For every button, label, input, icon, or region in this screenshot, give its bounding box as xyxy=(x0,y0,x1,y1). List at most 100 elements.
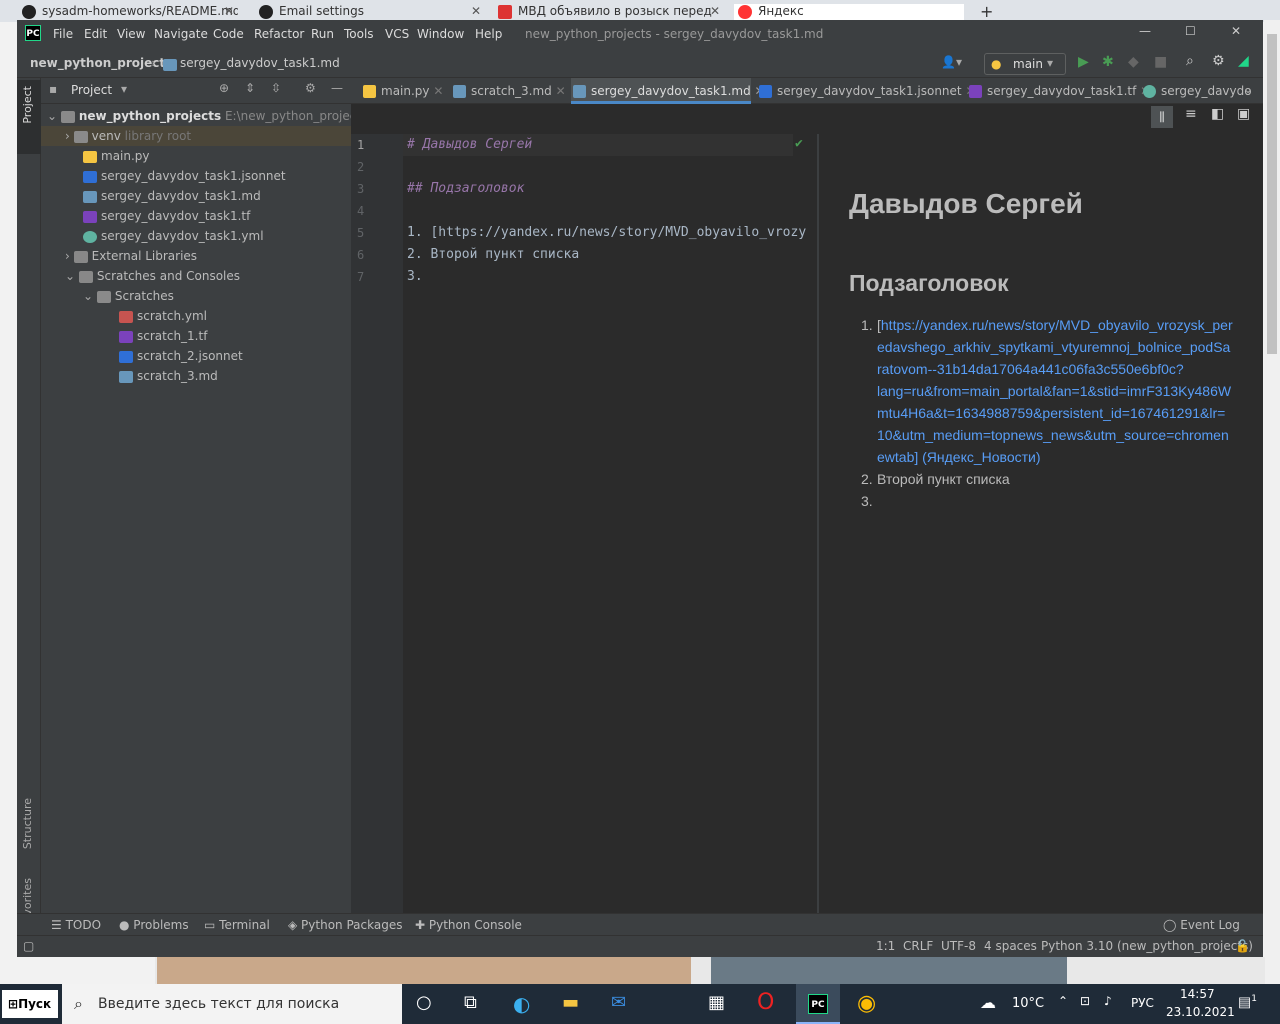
tree-file-main-py[interactable]: main.py xyxy=(83,146,150,166)
chrome-icon[interactable]: ◉ xyxy=(857,991,876,1016)
gear-icon[interactable]: ⚙ xyxy=(1212,53,1225,69)
maximize-button[interactable]: ☐ xyxy=(1185,24,1196,38)
editor-tab-yml[interactable]: sergey_davydo xyxy=(1141,78,1252,104)
tree-scratch-md[interactable]: scratch_3.md xyxy=(119,366,218,386)
debug-icon[interactable]: ✱ xyxy=(1102,54,1114,70)
mail-icon[interactable]: ✉ xyxy=(611,992,626,1013)
run-config-select[interactable]: ● main ▾ xyxy=(984,53,1066,75)
lock-icon[interactable]: 🔓 xyxy=(1235,939,1250,953)
layout-icon[interactable]: ▢ xyxy=(23,939,34,953)
new-tab-button[interactable]: + xyxy=(980,2,993,21)
menu-refactor[interactable]: Refactor xyxy=(254,27,304,41)
preview-only-icon[interactable]: ▣ xyxy=(1237,106,1250,122)
menu-tools[interactable]: Tools xyxy=(344,27,374,41)
chevron-down-icon[interactable]: ⌄ xyxy=(1243,82,1253,96)
start-button[interactable]: ⊞Пуск xyxy=(2,990,58,1018)
minimize-button[interactable]: — xyxy=(1139,24,1151,38)
editor-and-preview-icon[interactable]: ⫼ xyxy=(1151,106,1173,128)
tree-scratches[interactable]: ⌄ Scratches xyxy=(83,286,174,306)
menu-code[interactable]: Code xyxy=(213,27,244,41)
breadcrumb-file[interactable]: sergey_davydov_task1.md xyxy=(180,56,340,70)
network-icon[interactable]: ⊡ xyxy=(1080,994,1090,1008)
user-icon[interactable]: 👤▾ xyxy=(941,55,962,69)
close-icon[interactable]: ✕ xyxy=(556,84,566,98)
indent-setting[interactable]: 4 spaces xyxy=(984,939,1037,953)
tree-file-jsonnet[interactable]: sergey_davydov_task1.jsonnet xyxy=(83,166,286,186)
tool-todo[interactable]: ☰ TODO xyxy=(51,918,101,932)
menu-edit[interactable]: Edit xyxy=(84,27,107,41)
tool-python-console[interactable]: ✚ Python Console xyxy=(415,918,522,932)
tree-file-yml[interactable]: sergey_davydov_task1.yml xyxy=(83,226,264,246)
menu-file[interactable]: File xyxy=(53,27,73,41)
search-icon[interactable]: ⌕ xyxy=(1186,53,1194,69)
menu-navigate[interactable]: Navigate xyxy=(154,27,208,41)
tool-python-packages[interactable]: ◈ Python Packages xyxy=(288,918,402,932)
expand-all-icon[interactable]: ⇕ xyxy=(245,81,255,95)
editor-tab-active[interactable]: sergey_davydov_task1.md ✕ xyxy=(571,78,765,104)
editor-tab-jsonnet[interactable]: sergey_davydov_task1.jsonnet ✕ xyxy=(757,78,976,104)
tree-root[interactable]: ⌄ new_python_projects E:\new_python_proj… xyxy=(47,106,367,126)
collapse-all-icon[interactable]: ⇳ xyxy=(271,81,281,95)
tool-event-log[interactable]: ◯ Event Log xyxy=(1163,918,1240,932)
tree-scratch-tf[interactable]: scratch_1.tf xyxy=(119,326,207,346)
line-separator[interactable]: CRLF xyxy=(903,939,933,953)
close-icon[interactable]: ✕ xyxy=(710,4,720,18)
chevron-down-icon[interactable]: ▾ xyxy=(121,82,127,96)
tree-scratch-jsonnet[interactable]: scratch_2.jsonnet xyxy=(119,346,243,366)
tool-terminal[interactable]: ▭ Terminal xyxy=(204,918,270,932)
taskbar-pycharm[interactable]: PC xyxy=(796,984,840,1024)
locate-icon[interactable]: ⊕ xyxy=(219,81,229,95)
clock-time[interactable]: 14:57 xyxy=(1180,987,1215,1001)
menu-help[interactable]: Help xyxy=(475,27,502,41)
notifications-icon[interactable]: ▤1 xyxy=(1238,994,1257,1011)
python-interpreter[interactable]: Python 3.10 (new_python_projects) xyxy=(1041,939,1253,953)
menu-vcs[interactable]: VCS xyxy=(385,27,409,41)
tree-file-md[interactable]: sergey_davydov_task1.md xyxy=(83,186,261,206)
store-icon[interactable]: ▦ xyxy=(708,992,725,1013)
code-editor[interactable]: # Давыдов Сергей ## Подзаголовок 1. [htt… xyxy=(403,134,817,933)
menu-run[interactable]: Run xyxy=(311,27,334,41)
cortana-icon[interactable]: ○ xyxy=(416,992,432,1013)
menu-view[interactable]: View xyxy=(117,27,145,41)
tree-scratches-and-consoles[interactable]: ⌄ Scratches and Consoles xyxy=(65,266,240,286)
file-explorer-icon[interactable]: ▬ xyxy=(562,992,579,1013)
editor-tab-main-py[interactable]: main.py ✕ xyxy=(361,78,445,104)
project-view-select[interactable]: Project xyxy=(71,83,112,97)
tool-project[interactable]: Project xyxy=(17,80,41,154)
menu-window[interactable]: Window xyxy=(417,27,464,41)
browser-scrollbar[interactable] xyxy=(1264,20,1280,984)
tree-external-libraries[interactable]: › External Libraries xyxy=(65,246,197,266)
close-icon[interactable]: ✕ xyxy=(433,84,443,98)
task-view-icon[interactable]: ⧉ xyxy=(464,992,477,1013)
tree-venv[interactable]: › venv library root xyxy=(41,126,351,146)
tree-scratch-yml[interactable]: scratch.yml xyxy=(119,306,207,326)
volume-icon[interactable]: ♪ xyxy=(1104,994,1112,1008)
hide-icon[interactable]: — xyxy=(331,81,343,95)
file-encoding[interactable]: UTF-8 xyxy=(941,939,976,953)
edge-icon[interactable]: ◐ xyxy=(513,992,530,1016)
taskbar-search[interactable]: ⌕ Введите здесь текст для поиска xyxy=(62,984,402,1024)
scrollbar-thumb[interactable] xyxy=(1267,34,1277,354)
caret-position[interactable]: 1:1 xyxy=(876,939,895,953)
tool-problems[interactable]: ● Problems xyxy=(119,918,189,932)
gear-icon[interactable]: ⚙ xyxy=(305,81,316,95)
weather-icon[interactable]: ☁ xyxy=(980,993,996,1012)
clock-date[interactable]: 23.10.2021 xyxy=(1166,1005,1235,1019)
opera-icon[interactable]: O xyxy=(757,990,774,1015)
editor-tab-scratch-3[interactable]: scratch_3.md ✕ xyxy=(451,78,566,104)
tree-file-tf[interactable]: sergey_davydov_task1.tf xyxy=(83,206,250,226)
chevron-up-icon[interactable]: ⌃ xyxy=(1058,994,1068,1008)
close-icon[interactable]: ✕ xyxy=(224,4,234,18)
weather-temp[interactable]: 10°C xyxy=(1012,996,1044,1011)
stop-icon[interactable]: ■ xyxy=(1154,54,1167,70)
input-language[interactable]: РУС xyxy=(1131,996,1154,1010)
editor-tab-tf[interactable]: sergey_davydov_task1.tf ✕ xyxy=(967,78,1150,104)
editor-only-icon[interactable]: ≡ xyxy=(1185,106,1197,122)
coverage-icon[interactable]: ◆ xyxy=(1128,54,1139,70)
run-icon[interactable]: ▶ xyxy=(1078,54,1089,70)
close-window-button[interactable]: ✕ xyxy=(1231,24,1241,38)
preview-link[interactable]: https://yandex.ru/news/story/MVD_obyavil… xyxy=(877,317,1233,465)
tool-structure[interactable]: Structure xyxy=(21,798,34,849)
split-view-icon[interactable]: ◧ xyxy=(1211,106,1224,122)
close-icon[interactable]: ✕ xyxy=(471,4,481,18)
